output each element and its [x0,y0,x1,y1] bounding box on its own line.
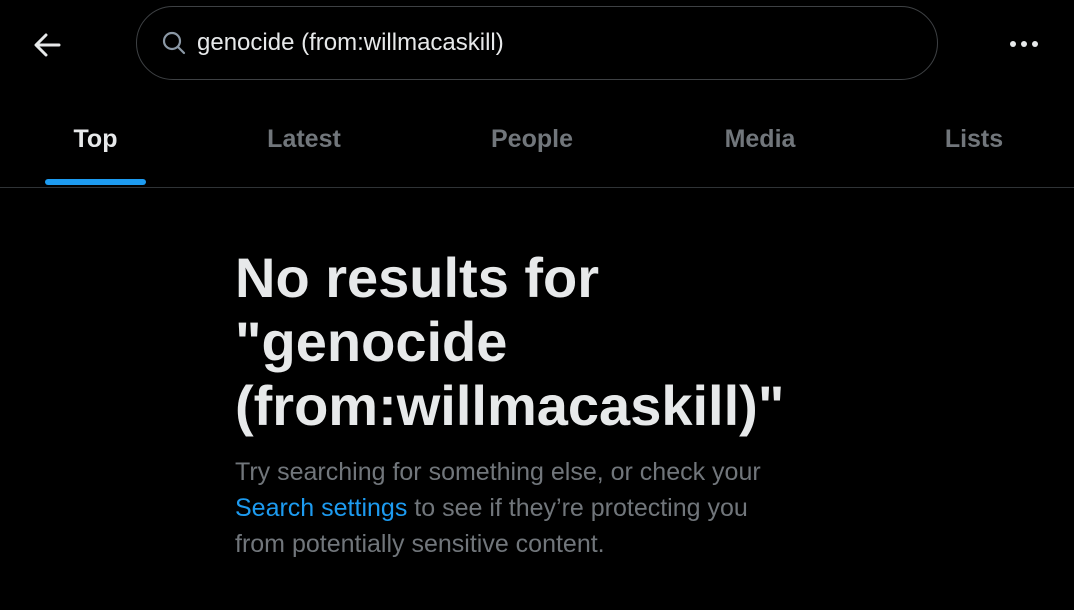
no-results-message: Try searching for something else, or che… [235,454,875,562]
search-header [0,0,1074,88]
tab-media-label: Media [724,125,796,153]
more-horizontal-icon [1010,41,1038,47]
search-settings-link[interactable]: Search settings [235,494,407,522]
no-results-title-line1: No results for [235,246,600,309]
active-tab-indicator [45,179,146,185]
search-icon [161,29,189,57]
tab-people-label: People [491,125,573,153]
tab-latest-label: Latest [267,125,341,153]
no-results-message-line2: to see if they’re protecting you [407,494,748,522]
search-input[interactable] [197,29,877,57]
tab-lists-label: Lists [944,125,1004,153]
no-results-message-line1: Try searching for something else, or che… [235,458,761,486]
search-tabs: Top Latest People Media Lists [0,92,1074,188]
tab-lists[interactable]: Lists [924,92,1024,187]
tab-top-label: Top [73,125,118,153]
arrow-left-icon [34,33,61,57]
tab-top[interactable]: Top [45,92,146,187]
more-options-button[interactable] [1000,22,1048,66]
back-button[interactable] [26,24,68,66]
tab-people[interactable]: People [472,92,592,187]
no-results-message-line3: from potentially sensitive content. [235,530,605,558]
tab-media[interactable]: Media [700,92,820,187]
no-results-panel: No results for "genocide (from:willmacas… [235,246,875,562]
tab-latest[interactable]: Latest [244,92,364,187]
search-box[interactable] [136,6,938,80]
no-results-title: No results for "genocide (from:willmacas… [235,246,875,438]
no-results-title-line3: (from:willmacaskill)" [235,374,785,437]
no-results-title-line2: "genocide [235,310,508,373]
